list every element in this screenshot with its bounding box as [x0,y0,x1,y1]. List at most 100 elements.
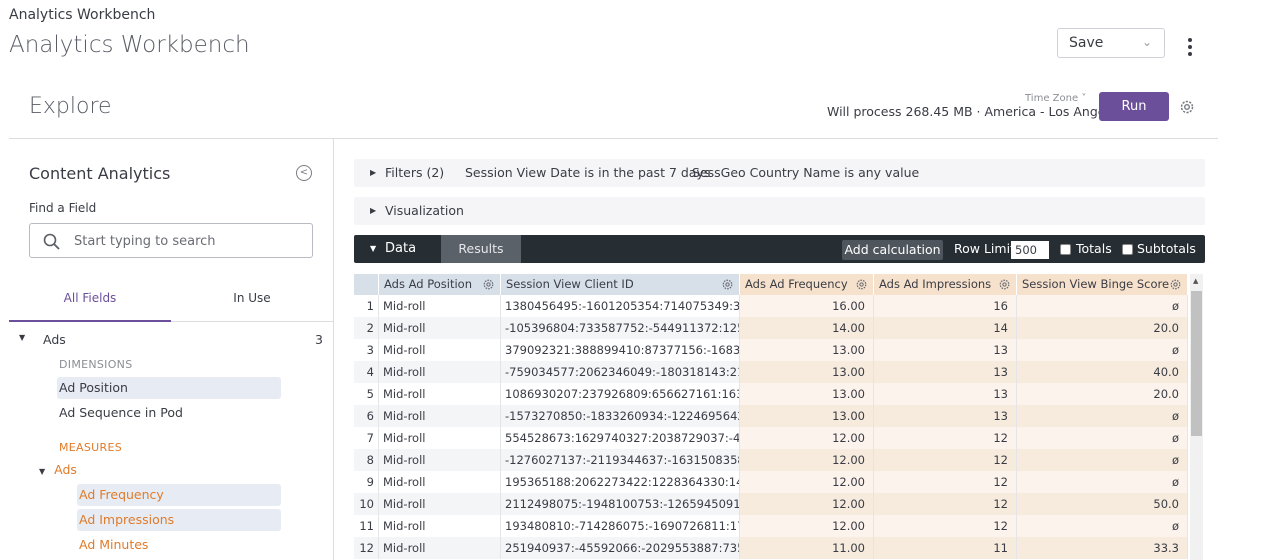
table-row[interactable]: 7 Mid-roll 554528673:1629740327:2038729037… [354,427,1188,449]
field-search-box[interactable] [29,223,313,258]
table-cell: 13.00 [740,361,874,383]
row-number: 10 [354,493,379,515]
visualization-section[interactable]: ▶ Visualization [354,197,1205,225]
measure-group-ads[interactable]: ▼ Ads [39,462,77,477]
table-cell: 16 [874,295,1017,317]
field-ad-sequence-in-pod[interactable]: Ad Sequence in Pod [57,402,281,424]
table-row[interactable]: 8 Mid-roll -1276027137:-2119344637:-163150… [354,449,1188,471]
column-header[interactable]: Ads Ad Impressions [874,274,1017,295]
table-row[interactable]: 9 Mid-roll 195365188:2062273422:1228364330… [354,471,1188,493]
table-cell: 13.00 [740,383,874,405]
table-cell: 193480810:-714286075:-1690726811:172 [501,515,740,537]
subtotals-checkbox[interactable] [1122,244,1133,255]
table-cell: 13 [874,361,1017,383]
table-cell: 1380456495:-1601205354:714075349:30( [501,295,740,317]
tab-all-fields[interactable]: All Fields [9,291,171,305]
add-calculation-button[interactable]: Add calculation [842,240,943,260]
divider [171,321,333,322]
filter-summary: SessGeo Country Name is any value [692,165,920,180]
table-cell: Mid-roll [379,471,501,493]
explore-title: Explore [29,94,112,119]
table-row[interactable]: 1 Mid-roll 1380456495:-1601205354:71407534… [354,295,1188,317]
gear-icon[interactable] [855,278,868,291]
table-row[interactable]: 10 Mid-roll 2112498075:-1948100753:-126594… [354,493,1188,515]
column-header[interactable]: Ads Ad Position [379,274,501,295]
field-ad-position[interactable]: Ad Position [57,377,281,399]
table-cell: 12 [874,471,1017,493]
row-number-header [354,274,379,295]
row-limit-input[interactable]: 500 [1011,241,1049,259]
results-table: Ads Ad Position Session View Client ID A… [354,274,1188,560]
column-header[interactable]: Ads Ad Frequency [740,274,874,295]
timezone-dropdown[interactable]: Time Zone ˅ [1025,93,1086,104]
row-number: 11 [354,515,379,537]
table-row[interactable]: 6 Mid-roll -1573270850:-1833260934:-122469… [354,405,1188,427]
field-ad-minutes[interactable]: Ad Minutes [77,534,281,556]
filters-section[interactable]: ▶ Filters (2) Session View Date is in th… [354,159,1205,187]
table-cell: Mid-roll [379,449,501,471]
more-options-icon[interactable] [1182,38,1198,60]
field-search-input[interactable] [74,231,304,251]
gear-icon[interactable] [1178,98,1196,116]
row-number: 8 [354,449,379,471]
tab-in-use[interactable]: In Use [171,291,333,305]
gear-icon[interactable] [721,278,734,291]
column-header[interactable]: Session View Binge Score [1017,274,1188,295]
collapse-sidebar-icon[interactable]: < [296,165,312,181]
save-dropdown-button[interactable]: Save ⌄ [1057,28,1165,58]
table-cell: 40.0 [1017,361,1188,383]
row-number: 12 [354,537,379,559]
find-field-label: Find a Field [29,201,97,215]
table-cell: ø [1017,295,1188,317]
table-cell: 12 [874,427,1017,449]
table-cell: 195365188:2062273422:1228364330:143 [501,471,740,493]
table-cell: Mid-roll [379,493,501,515]
table-cell: 13 [874,405,1017,427]
table-row[interactable]: 4 Mid-roll -759034577:2062346049:-18031814… [354,361,1188,383]
tab-results[interactable]: Results [441,235,521,263]
table-cell: 13 [874,383,1017,405]
gear-icon[interactable] [1169,278,1182,291]
table-cell: ø [1017,427,1188,449]
table-row[interactable]: 12 Mid-roll 251940937:-45592066:-202955388… [354,537,1188,559]
table-cell: ø [1017,339,1188,361]
table-cell: 33.3 [1017,537,1188,559]
table-cell: Mid-roll [379,383,501,405]
table-cell: ø [1017,449,1188,471]
table-cell: 1086930207:237926809:656627161:1639 [501,383,740,405]
table-cell: Mid-roll [379,295,501,317]
totals-checkbox[interactable] [1060,244,1071,255]
row-number: 9 [354,471,379,493]
table-cell: ø [1017,405,1188,427]
table-cell: 12.00 [740,449,874,471]
table-cell: Mid-roll [379,405,501,427]
column-header[interactable]: Session View Client ID [501,274,740,295]
breadcrumb[interactable]: Analytics Workbench [9,7,155,23]
gear-icon[interactable] [998,278,1011,291]
table-cell: 14.00 [740,317,874,339]
table-row[interactable]: 5 Mid-roll 1086930207:237926809:656627161:… [354,383,1188,405]
table-scrollbar-thumb[interactable] [1191,291,1202,436]
caret-down-icon: ▼ [19,333,26,342]
table-row[interactable]: 11 Mid-roll 193480810:-714286075:-16907268… [354,515,1188,537]
dimensions-heading: DIMENSIONS [59,358,133,371]
table-cell: Mid-roll [379,537,501,559]
field-picker-sidebar: Content Analytics < Find a Field All Fie… [9,139,334,560]
tab-data[interactable]: ▼ Data [354,235,441,263]
totals-label: Totals [1076,241,1112,256]
row-number: 2 [354,317,379,339]
run-button[interactable]: Run [1099,92,1169,121]
explore-name: Content Analytics [29,164,171,183]
table-row[interactable]: 3 Mid-roll 379092321:388899410:87377156:-1… [354,339,1188,361]
process-estimate: Will process 268.45 MB · America - Los A… [827,104,1124,119]
field-ad-impressions[interactable]: Ad Impressions [77,509,281,531]
field-ad-frequency[interactable]: Ad Frequency [77,484,281,506]
table-row[interactable]: 2 Mid-roll -105396804:733587752:-544911372… [354,317,1188,339]
gear-icon[interactable] [482,278,495,291]
table-cell: Mid-roll [379,427,501,449]
view-field-count: 3 [315,332,323,347]
data-toolbar: ▼ Data Results Add calculation Row Limit… [354,235,1205,263]
row-number: 4 [354,361,379,383]
scroll-up-icon[interactable]: ▲ [1193,277,1198,285]
table-cell: Mid-roll [379,317,501,339]
